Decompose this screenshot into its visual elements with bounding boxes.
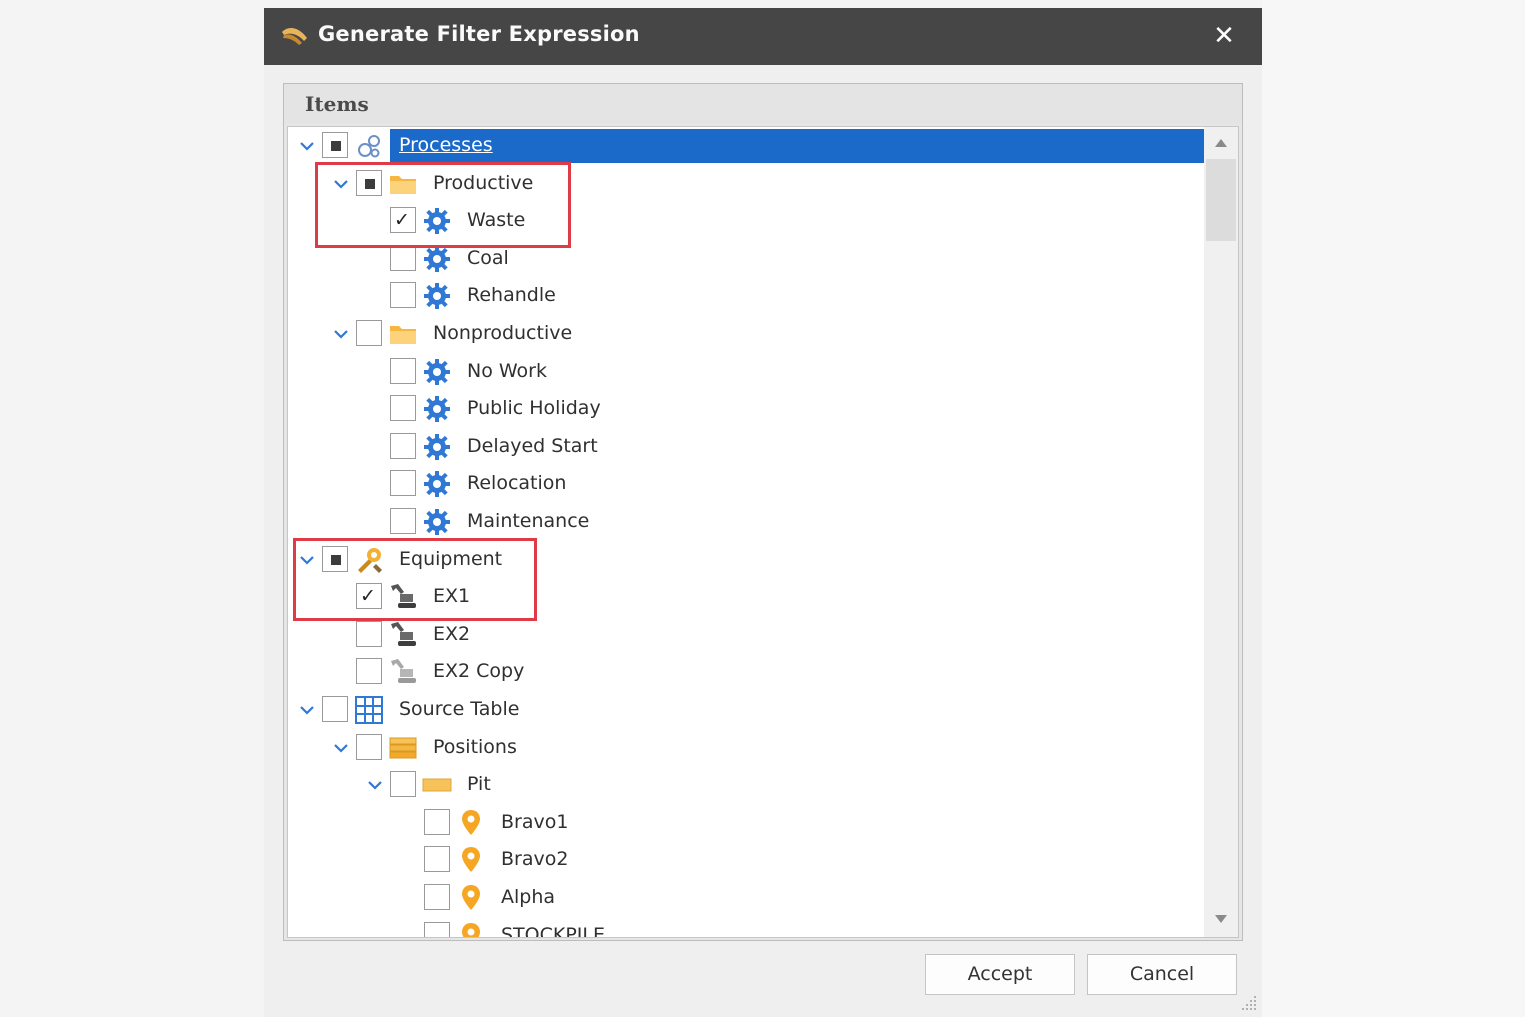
tree-item-label: Source Table	[399, 698, 520, 720]
tree-row[interactable]: Bravo2	[288, 842, 1204, 879]
layers-icon	[388, 733, 418, 763]
background-area	[1262, 0, 1525, 1017]
tree-row[interactable]: Bravo1	[288, 805, 1204, 842]
tree-row[interactable]: Nonproductive	[288, 316, 1204, 353]
gear-icon	[422, 469, 452, 499]
tree-item-label: Bravo2	[501, 848, 569, 871]
tree-row[interactable]: STOCKPILE	[288, 918, 1204, 937]
scroll-up-arrow-icon[interactable]	[1212, 135, 1230, 151]
tree-item-label: Coal	[467, 246, 509, 269]
dialog-title: Generate Filter Expression	[318, 22, 640, 46]
tree-checkbox[interactable]	[322, 132, 348, 158]
tree-checkbox[interactable]	[356, 733, 382, 760]
tree-item-label: Nonproductive	[433, 322, 573, 344]
tree-checkbox[interactable]	[424, 884, 450, 910]
tree-row[interactable]: Alpha	[288, 880, 1204, 917]
gear-icon	[422, 432, 452, 462]
tree-row[interactable]: Public Holiday	[288, 391, 1204, 428]
chevron-down-icon[interactable]	[297, 136, 317, 156]
tree-item-label: Public Holiday	[467, 397, 601, 420]
tree-row[interactable]: Source Table	[288, 692, 1204, 729]
scroll-down-arrow-icon[interactable]	[1212, 911, 1230, 927]
tree-checkbox[interactable]	[390, 282, 416, 309]
tree-checkbox[interactable]	[390, 357, 416, 384]
filter-dialog: Generate Filter Expression ✕ Items Proce…	[264, 8, 1262, 1017]
gear-icon	[422, 244, 452, 274]
gear-icon	[422, 507, 452, 537]
map-pin-icon	[456, 808, 486, 838]
map-pin-icon	[456, 883, 486, 913]
tree-rows: Processes Productive ✓ Waste Coal Rehandle Non…	[288, 127, 1204, 937]
scroll-thumb[interactable]	[1206, 159, 1236, 241]
tree-item-label: EX2 Copy	[433, 660, 525, 683]
tree-row[interactable]: Rehandle	[288, 278, 1204, 315]
tree-checkbox[interactable]	[390, 244, 416, 271]
indeterminate-mark	[331, 141, 341, 151]
tree-item-label: Positions	[433, 735, 517, 758]
tree-row[interactable]: Maintenance	[288, 504, 1204, 541]
chevron-down-icon[interactable]	[331, 738, 351, 758]
app-logo-icon	[282, 28, 307, 45]
tree-checkbox[interactable]	[390, 771, 416, 798]
highlight-box-equipment	[293, 538, 537, 621]
items-header: Items	[284, 84, 1242, 124]
table-icon	[354, 695, 384, 725]
dialog-titlebar[interactable]: Generate Filter Expression ✕	[264, 8, 1262, 65]
tree-item-label: Relocation	[467, 472, 567, 495]
excavator-icon	[388, 620, 418, 650]
tree-row[interactable]: Pit	[288, 767, 1204, 804]
tree-checkbox[interactable]	[322, 696, 348, 722]
tree-item-label: STOCKPILE	[501, 923, 605, 937]
tree-checkbox[interactable]	[424, 846, 450, 873]
gear-icon	[422, 394, 452, 424]
gear-icon	[422, 281, 452, 311]
vertical-scrollbar[interactable]	[1204, 127, 1238, 937]
highlight-box-productive	[315, 162, 571, 248]
tree-checkbox[interactable]	[356, 658, 382, 685]
tree-row[interactable]: Relocation	[288, 466, 1204, 503]
selection-highlight	[390, 129, 1204, 163]
tree-checkbox[interactable]	[390, 508, 416, 534]
tree-item-label: Maintenance	[467, 510, 590, 532]
tree-item-label: Pit	[467, 773, 491, 796]
close-icon[interactable]: ✕	[1208, 20, 1240, 52]
tree-item-label: EX2	[433, 622, 471, 645]
tree-item-label: Bravo1	[501, 810, 569, 833]
map-pin-icon	[456, 845, 486, 875]
tree-row[interactable]: Delayed Start	[288, 429, 1204, 466]
tree-checkbox[interactable]	[356, 320, 382, 346]
pit-icon	[422, 770, 452, 800]
accept-button[interactable]: Accept	[925, 954, 1075, 995]
tree-row[interactable]: Positions	[288, 730, 1204, 767]
tree-item-label: Delayed Start	[467, 434, 598, 457]
tree-item-label: Processes	[399, 134, 493, 156]
folder-icon	[388, 319, 418, 349]
tree-checkbox[interactable]	[390, 470, 416, 497]
tree-checkbox[interactable]	[390, 432, 416, 459]
resize-grip-icon[interactable]	[1239, 993, 1259, 1013]
processes-icon	[354, 131, 384, 161]
tree-item-label: Alpha	[501, 886, 556, 908]
tree-checkbox[interactable]	[356, 620, 382, 647]
map-pin-icon	[456, 921, 486, 937]
cancel-button[interactable]: Cancel	[1087, 954, 1237, 995]
excavator-faded-icon	[388, 657, 418, 687]
items-header-label: Items	[305, 92, 369, 116]
tree-checkbox[interactable]	[390, 395, 416, 422]
tree-checkbox[interactable]	[424, 921, 450, 937]
tree-checkbox[interactable]	[424, 808, 450, 835]
tree-row[interactable]: No Work	[288, 354, 1204, 391]
chevron-down-icon[interactable]	[331, 324, 351, 344]
tree-item-label: Rehandle	[467, 284, 556, 307]
tree-row[interactable]: EX2 Copy	[288, 654, 1204, 691]
tree-row[interactable]: EX2	[288, 617, 1204, 654]
tree-row[interactable]: Processes	[288, 128, 1204, 165]
chevron-down-icon[interactable]	[365, 775, 385, 795]
chevron-down-icon[interactable]	[297, 700, 317, 720]
gear-icon	[422, 357, 452, 387]
tree-item-label: No Work	[467, 359, 547, 382]
